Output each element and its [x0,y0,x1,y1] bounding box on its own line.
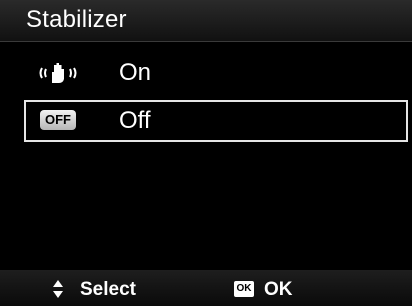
footer-hint-bar: Select OK OK [0,270,412,306]
title-bar: Stabilizer [0,0,412,42]
off-icon: OFF [40,110,76,130]
up-down-arrows-icon [53,280,63,298]
menu-item-on[interactable]: On [24,52,408,94]
menu-item-label: Off [119,107,151,134]
page-title: Stabilizer [26,6,127,33]
stabilizer-options-menu: On OFF Off [24,52,408,148]
select-hint-label: Select [80,279,136,300]
hand-shake-stabilizer-icon [39,63,77,83]
menu-item-off[interactable]: OFF Off [24,100,408,142]
ok-button-icon: OK [234,281,254,297]
ok-hint-label: OK [264,279,293,300]
menu-item-label: On [119,59,152,86]
